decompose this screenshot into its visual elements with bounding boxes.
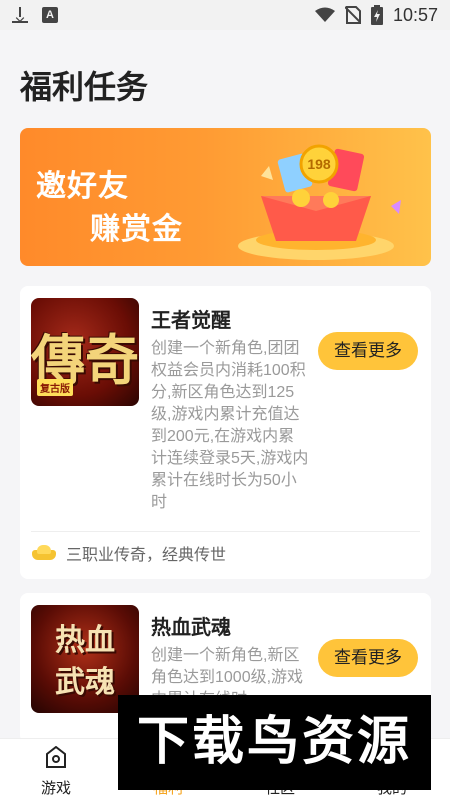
game-thumbnail[interactable]: 傳奇 复古版: [31, 298, 139, 406]
gold-ingot-icon: [32, 544, 56, 562]
thumbnail-logo-text-top: 热血: [55, 623, 115, 658]
view-more-button[interactable]: 查看更多: [318, 332, 418, 370]
watermark-overlay: 下载鸟资源: [118, 695, 431, 790]
card-divider: [31, 531, 420, 532]
game-title: 热血武魂: [151, 617, 231, 639]
wifi-icon: [314, 7, 335, 22]
coin-label: 198: [307, 156, 331, 172]
banner-headline: 邀好友: [36, 170, 129, 203]
tagline-row: 三职业传奇，经典传世: [32, 540, 226, 566]
view-more-button[interactable]: 查看更多: [318, 639, 418, 677]
game-description: 创建一个新角色,团团权益会员内消耗100积分,新区角色达到125级,游戏内累计充…: [151, 340, 309, 511]
game-tagline: 三职业传奇，经典传世: [66, 547, 227, 564]
gift-box-illustration: 198: [238, 144, 401, 260]
game-title: 王者觉醒: [151, 310, 231, 332]
game-icon: [46, 746, 66, 768]
status-time: 10:57: [392, 4, 438, 25]
tab-games[interactable]: 游戏: [6, 739, 106, 800]
no-sim-icon: [344, 6, 361, 24]
thumbnail-badge: 复古版: [37, 379, 73, 396]
tab-label: 游戏: [40, 780, 71, 797]
page-title: 福利任务: [20, 69, 149, 105]
status-bar: A 10:57: [0, 0, 450, 30]
battery-icon: [370, 5, 383, 25]
download-icon: [12, 7, 28, 23]
a-notification-icon: A: [42, 7, 58, 23]
game-card[interactable]: 傳奇 复古版 王者觉醒 创建一个新角色,团团权益会员内消耗100积分,新区角色达…: [20, 286, 431, 579]
invite-friends-banner[interactable]: 邀好友 赚赏金 198: [20, 128, 431, 266]
banner-subheadline: 赚赏金: [90, 213, 183, 246]
